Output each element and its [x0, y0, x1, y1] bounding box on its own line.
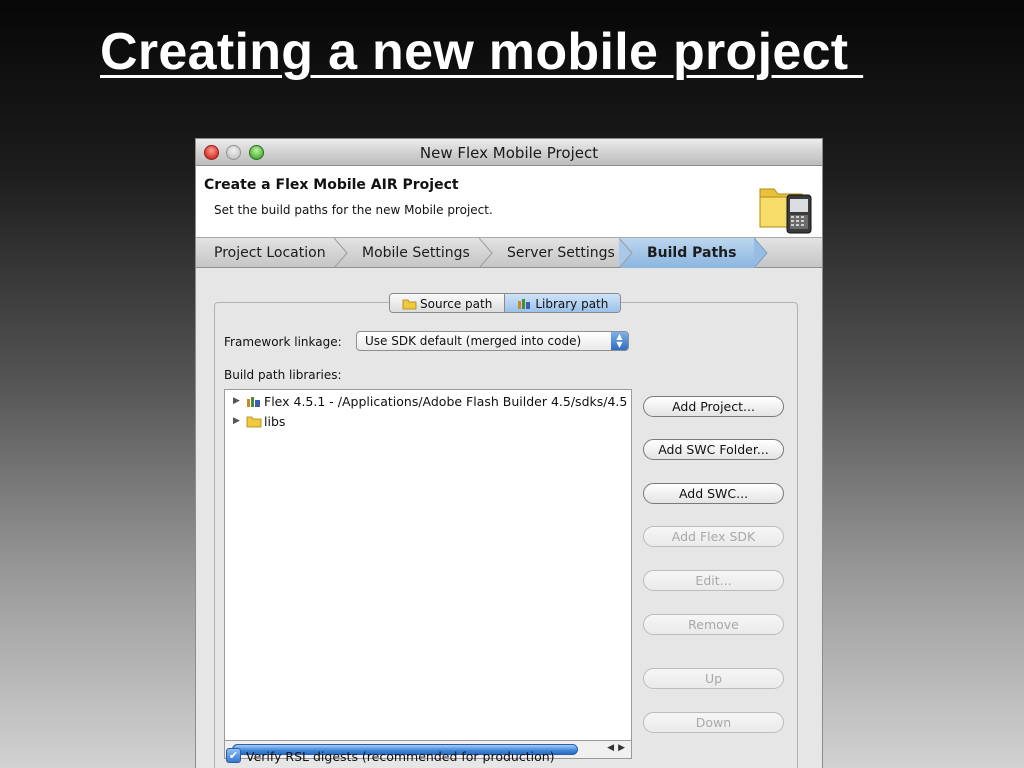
window-titlebar: New Flex Mobile Project [196, 139, 822, 166]
step-label: Project Location [214, 245, 326, 261]
chevron-updown-icon: ▲ ▼ [611, 332, 628, 350]
verify-rsl-label: Verify RSL digests (recommended for prod… [246, 749, 555, 764]
add-flex-sdk-button[interactable]: Add Flex SDK [643, 526, 784, 547]
step-separator [619, 238, 633, 268]
slide-title: Creating a new mobile project [100, 23, 864, 81]
folder-icon [402, 299, 417, 310]
list-item[interactable]: ▶ Flex 4.5.1 - /Applications/Adobe Flash… [233, 392, 627, 410]
step-label: Build Paths [647, 245, 737, 261]
folder-phone-icon [759, 188, 812, 234]
wizard-header-title: Create a Flex Mobile AIR Project [204, 177, 459, 193]
step-separator [334, 238, 348, 268]
scroll-arrows-icon[interactable]: ◀▶ [607, 743, 629, 753]
step-server-settings[interactable]: Server Settings [481, 238, 633, 268]
framework-linkage-label: Framework linkage: [224, 335, 342, 349]
framework-linkage-value: Use SDK default (merged into code) [365, 334, 582, 348]
wizard-steps: Project Location Mobile Settings Server … [196, 238, 822, 268]
add-swc-button[interactable]: Add SWC... [643, 483, 784, 504]
path-tabs: Source path Library path [389, 293, 622, 313]
verify-rsl-checkbox[interactable]: ✔ [226, 748, 241, 763]
step-mobile-settings[interactable]: Mobile Settings [336, 238, 493, 268]
tab-library-path-label: Library path [535, 297, 609, 311]
list-item-label: Flex 4.5.1 - /Applications/Adobe Flash B… [264, 393, 628, 409]
framework-linkage-select[interactable]: Use SDK default (merged into code) ▲ ▼ [356, 331, 629, 351]
up-button[interactable]: Up [643, 668, 784, 689]
remove-button[interactable]: Remove [643, 614, 784, 635]
checkmark-icon: ✔ [228, 749, 239, 762]
library-icon [247, 396, 260, 407]
list-item[interactable]: ▶ libs [233, 412, 285, 430]
step-label: Mobile Settings [362, 245, 470, 261]
step-build-paths[interactable]: Build Paths [621, 238, 768, 268]
step-separator [479, 238, 493, 268]
wizard-header-description: Set the build paths for the new Mobile p… [214, 203, 493, 217]
disclosure-triangle-icon[interactable]: ▶ [233, 396, 244, 406]
tab-source-path-label: Source path [420, 297, 493, 311]
build-path-libraries-label: Build path libraries: [224, 368, 342, 382]
step-active-arrow [754, 238, 768, 268]
build-path-libraries-list[interactable]: ▶ Flex 4.5.1 - /Applications/Adobe Flash… [224, 389, 632, 741]
down-button[interactable]: Down [643, 712, 784, 733]
disclosure-triangle-icon[interactable]: ▶ [233, 416, 244, 426]
add-project-button[interactable]: Add Project... [643, 396, 784, 417]
list-item-label: libs [264, 413, 286, 429]
new-project-dialog: New Flex Mobile Project Create a Flex Mo… [195, 138, 823, 768]
folder-icon [246, 416, 262, 427]
step-project-location[interactable]: Project Location [196, 238, 348, 268]
library-icon [518, 299, 531, 309]
edit-button[interactable]: Edit... [643, 570, 784, 591]
wizard-header: Create a Flex Mobile AIR Project Set the… [196, 166, 822, 238]
tab-source-path[interactable]: Source path [390, 294, 505, 312]
window-title: New Flex Mobile Project [419, 144, 599, 162]
step-label: Server Settings [507, 245, 615, 261]
add-swc-folder-button[interactable]: Add SWC Folder... [643, 439, 784, 460]
tab-library-path[interactable]: Library path [504, 294, 621, 312]
